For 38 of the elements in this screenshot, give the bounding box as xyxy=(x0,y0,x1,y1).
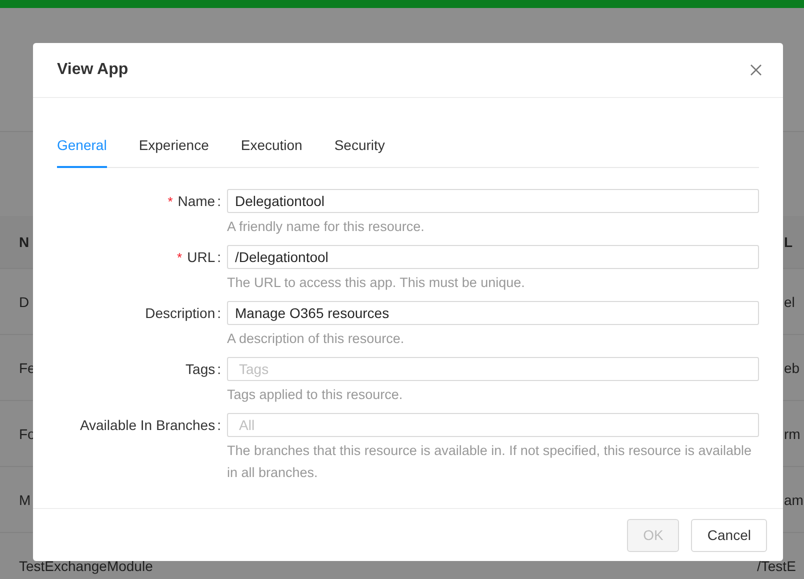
table-cell-text: TestExchangeModule xyxy=(18,558,153,574)
field-label: Description xyxy=(145,305,216,321)
tab[interactable]: Experience xyxy=(138,128,209,168)
input-field[interactable]: Manage O365 resources xyxy=(227,301,759,325)
required-mark: * xyxy=(168,194,173,208)
input-field[interactable]: All xyxy=(227,413,759,437)
help-text: The branches that this resource is available in. If not specified, this resource is available in all branches. xyxy=(227,442,753,482)
field-label: Name xyxy=(178,193,216,209)
table-cell-text: eb xyxy=(783,360,801,376)
help-text: Tags applied to this resource. xyxy=(227,386,404,404)
label-colon: : xyxy=(217,193,221,209)
table-cell-text: rm xyxy=(783,426,802,442)
label-colon: : xyxy=(217,249,221,265)
tab[interactable]: Execution xyxy=(240,128,302,168)
help-text: A description of this resource. xyxy=(227,330,406,348)
input-field[interactable]: /Delegationtool xyxy=(227,245,759,269)
dialog-title: View App xyxy=(57,61,128,79)
field-label: Tags xyxy=(186,361,216,377)
close-icon[interactable] xyxy=(750,64,762,76)
field-label: URL xyxy=(187,249,216,265)
label-colon: : xyxy=(217,417,221,433)
required-mark: * xyxy=(177,250,182,264)
table-cell-text: D xyxy=(18,294,30,310)
input-field[interactable]: Tags xyxy=(227,357,759,381)
field-label: Available In Branches xyxy=(80,417,216,433)
tab[interactable]: Security xyxy=(334,128,385,168)
table-cell-text: am xyxy=(783,492,804,508)
table-cell-text: el xyxy=(783,294,796,310)
label-colon: : xyxy=(217,361,221,377)
column-header: L xyxy=(783,234,794,250)
column-header: N xyxy=(18,234,30,250)
help-text: A friendly name for this resource. xyxy=(227,218,426,236)
table-cell-text: /TestE xyxy=(757,558,797,574)
input-field[interactable]: Delegationtool xyxy=(227,189,759,213)
label-colon: : xyxy=(217,305,221,321)
table-cell-text: M xyxy=(18,492,31,508)
dialog-button[interactable]: Cancel xyxy=(691,518,767,552)
help-text: The URL to access this app. This must be unique. xyxy=(227,274,526,292)
